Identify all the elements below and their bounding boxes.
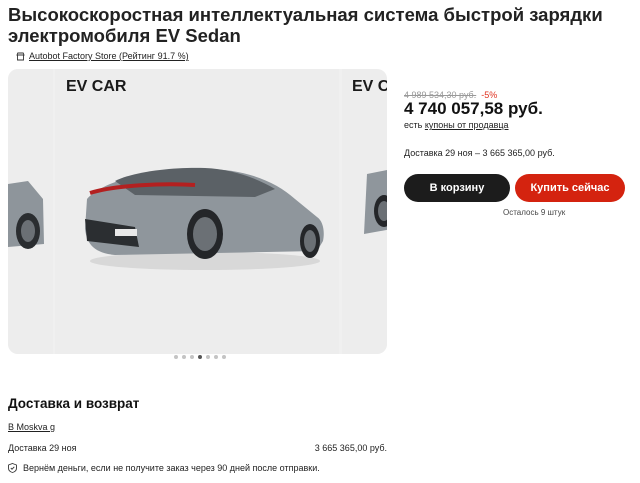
delivery-city-link[interactable]: В Moskva g xyxy=(8,422,55,432)
gallery-pagination xyxy=(174,355,226,359)
gallery-slide-prev[interactable] xyxy=(8,69,53,354)
product-title: Высокоскоростная интеллектуальная систем… xyxy=(8,4,603,46)
gallery-dot[interactable] xyxy=(190,355,194,359)
gallery-dot[interactable] xyxy=(222,355,226,359)
store-label[interactable]: Autobot Factory Store (Рейтинг 91.7 %) xyxy=(29,51,189,61)
gallery-slide-next[interactable]: EV C xyxy=(342,69,387,354)
buy-now-button[interactable]: Купить сейчас xyxy=(515,174,625,202)
coupon-link[interactable]: купоны от продавца xyxy=(425,120,509,130)
gallery-dot[interactable] xyxy=(214,355,218,359)
store-icon xyxy=(16,52,25,61)
coupon-row: есть купоны от продавца xyxy=(404,120,509,130)
product-gallery[interactable]: EV CAR EV C xyxy=(8,69,387,354)
delivery-summary: Доставка 29 ноя – 3 665 365,00 руб. xyxy=(404,148,555,158)
car-image-prev xyxy=(8,181,44,249)
guarantee-row: Вернём деньги, если не получите заказ че… xyxy=(8,463,320,473)
stock-left: Осталось 9 штук xyxy=(503,208,566,217)
current-price: 4 740 057,58 руб. xyxy=(404,99,543,118)
gallery-dot-active[interactable] xyxy=(198,355,202,359)
gallery-dot[interactable] xyxy=(206,355,210,359)
store-link[interactable]: Autobot Factory Store (Рейтинг 91.7 %) xyxy=(16,51,189,61)
gallery-dot[interactable] xyxy=(174,355,178,359)
gallery-slide-main[interactable]: EV CAR xyxy=(55,69,339,354)
shield-icon xyxy=(8,463,17,473)
delivery-row: Доставка 29 ноя 3 665 365,00 руб. xyxy=(8,443,387,453)
guarantee-text: Вернём деньги, если не получите заказ че… xyxy=(23,463,320,473)
car-image-next xyxy=(364,170,387,234)
coupon-prefix: есть xyxy=(404,120,423,130)
delivery-row-value: 3 665 365,00 руб. xyxy=(314,443,387,453)
delivery-section-title: Доставка и возврат xyxy=(8,396,140,411)
delivery-row-label: Доставка 29 ноя xyxy=(8,443,77,453)
car-image xyxy=(85,167,324,270)
gallery-dot[interactable] xyxy=(182,355,186,359)
add-to-cart-button[interactable]: В корзину xyxy=(404,174,510,202)
